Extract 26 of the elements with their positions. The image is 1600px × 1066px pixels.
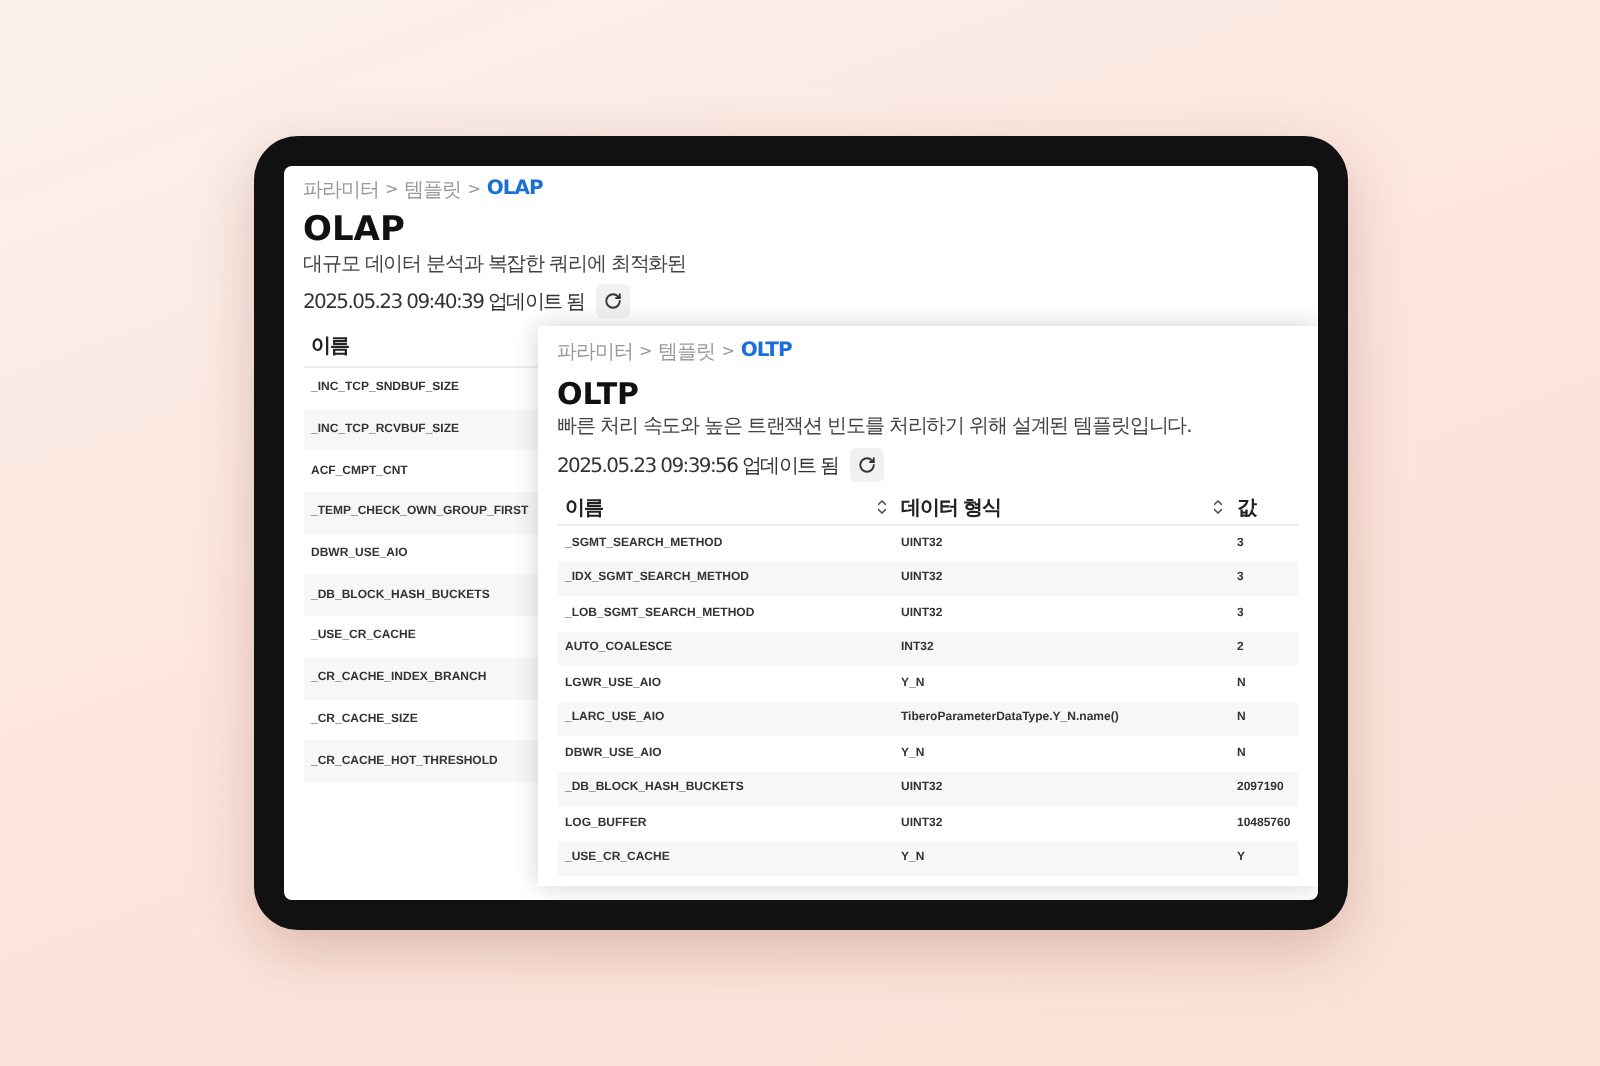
page-description: 대규모 데이터 분석과 복잡한 쿼리에 최적화된 <box>303 252 688 278</box>
column-header: 이름 <box>565 495 603 521</box>
refresh-icon <box>604 292 623 310</box>
breadcrumb-link[interactable]: 파라미터 <box>303 175 379 203</box>
breadcrumb-link[interactable]: 템플릿 <box>404 175 462 203</box>
updated-timestamp: 2025.05.23 09:39:56 업데이트 됨 <box>557 453 839 479</box>
page-description: 빠른 처리 속도와 높은 트랜잭션 빈도를 처리하기 위해 설계된 템플릿입니다. <box>557 414 1194 440</box>
page-title: OLTP <box>557 376 642 412</box>
breadcrumb-link[interactable]: 파라미터 <box>557 337 633 365</box>
sort-icon[interactable] <box>1213 500 1221 514</box>
breadcrumb-link[interactable]: 템플릿 <box>658 337 716 365</box>
breadcrumb-separator: > <box>639 342 653 360</box>
refresh-icon <box>858 456 877 474</box>
updated-timestamp: 2025.05.23 09:40:39 업데이트 됨 <box>303 289 585 315</box>
column-header: 값 <box>1237 495 1256 521</box>
breadcrumb-separator: > <box>467 180 481 198</box>
column-header: 이름 <box>311 333 349 359</box>
refresh-button[interactable] <box>596 284 631 318</box>
breadcrumb-link[interactable]: OLAP <box>486 178 543 200</box>
page-title: OLAP <box>303 210 407 250</box>
breadcrumb-link[interactable]: OLTP <box>740 340 792 362</box>
sort-icon[interactable] <box>877 500 885 514</box>
column-header: 데이터 형식 <box>901 495 1001 521</box>
refresh-button[interactable] <box>850 448 885 482</box>
breadcrumb-separator: > <box>721 342 735 360</box>
breadcrumb-separator: > <box>385 180 399 198</box>
